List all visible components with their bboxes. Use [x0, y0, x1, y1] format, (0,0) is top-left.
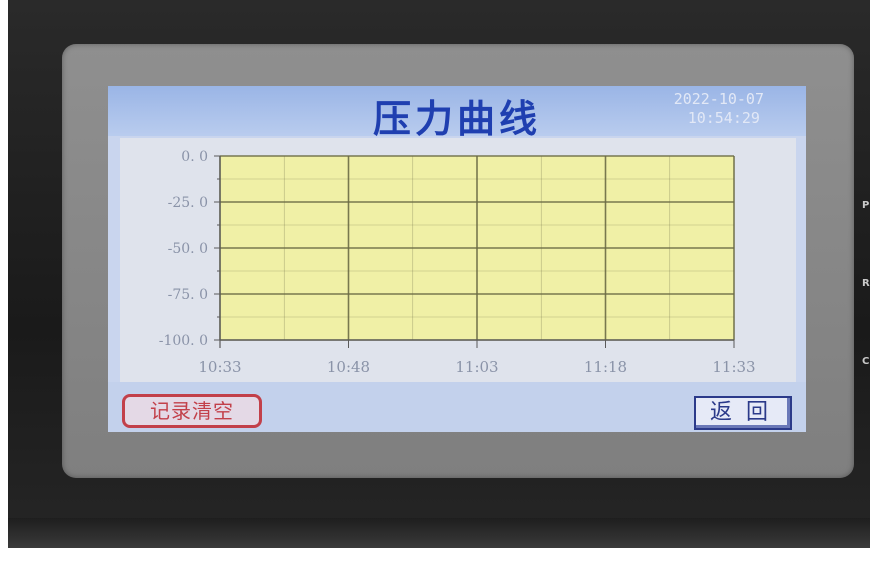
side-indicator-1: P	[862, 200, 870, 211]
pressure-chart: 0. 0 -25. 0 -50. 0 -75. 0 -100. 0 10:33 10:48 1…	[159, 149, 756, 376]
y-tick-label: 0. 0	[181, 149, 208, 165]
y-tick-label: -100. 0	[159, 333, 208, 349]
datetime-display: 2022-10-07 10:54:29	[674, 90, 764, 128]
clear-records-button[interactable]: 记录清空	[122, 394, 262, 428]
x-tick-label: 11:03	[455, 358, 498, 376]
x-tick-label: 10:33	[198, 358, 241, 376]
return-button[interactable]: 返回	[694, 396, 792, 430]
x-tick-label: 11:18	[584, 358, 627, 376]
time-text: 10:54:29	[687, 109, 760, 127]
hmi-screen: 压力曲线 2022-10-07 10:54:29 0. 0 -25. 0 -50. …	[108, 86, 806, 432]
x-tick-label: 11:33	[712, 358, 755, 376]
y-tick-label: -75. 0	[168, 287, 208, 303]
device-bottom-edge	[8, 518, 870, 548]
chart-panel: 0. 0 -25. 0 -50. 0 -75. 0 -100. 0 10:33 10:48 1…	[120, 138, 796, 382]
x-tick-label: 10:48	[327, 358, 370, 376]
side-indicator-2: R	[862, 278, 870, 289]
y-tick-label: -25. 0	[168, 195, 208, 211]
side-indicator-3: C	[862, 356, 870, 367]
y-tick-label: -50. 0	[168, 241, 208, 257]
footer-bar: 记录清空 返回	[108, 382, 806, 432]
date-text: 2022-10-07	[673, 90, 764, 108]
title-bar: 压力曲线 2022-10-07 10:54:29	[108, 86, 806, 141]
